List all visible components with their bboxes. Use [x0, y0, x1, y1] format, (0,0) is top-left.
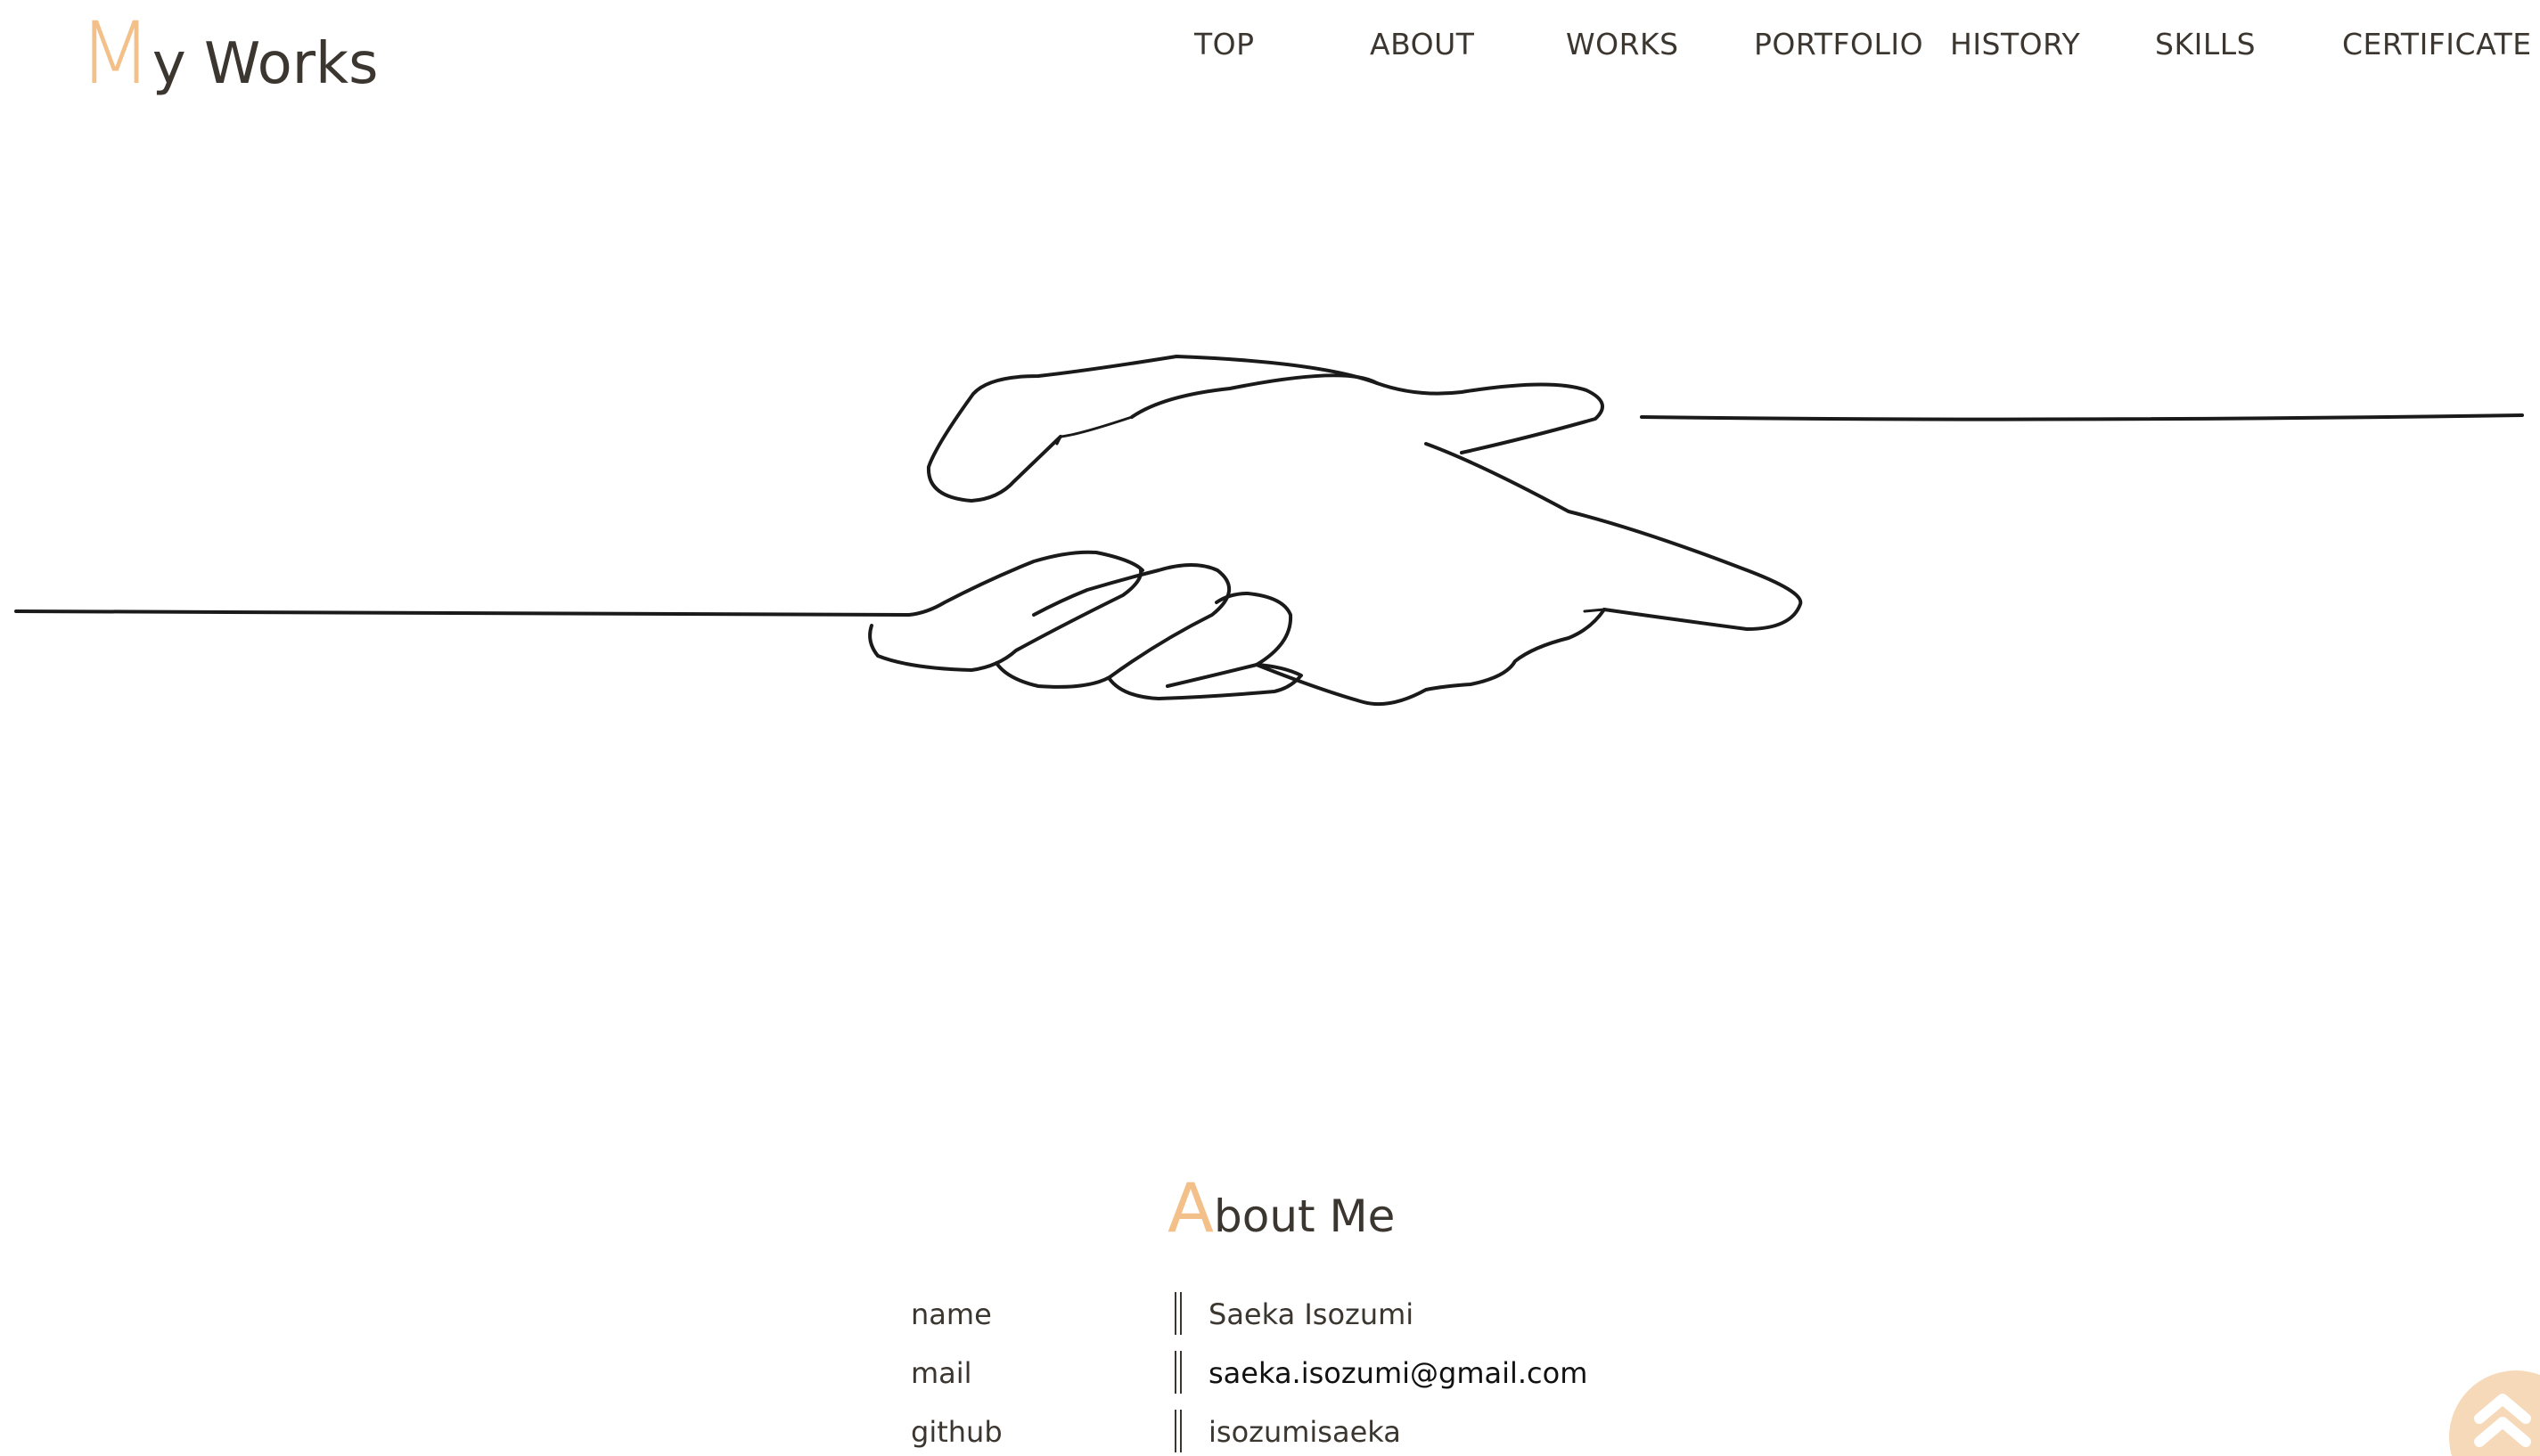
about-row-mail: mail saeka.isozumi@gmail.com — [911, 1351, 1713, 1401]
nav-about[interactable]: ABOUT — [1370, 27, 1474, 61]
logo-initial: M — [78, 4, 152, 103]
nav-history[interactable]: HISTORY — [1950, 27, 2080, 61]
divider — [1175, 1292, 1182, 1335]
about-row-name: name Saeka Isozumi — [911, 1292, 1713, 1342]
nav-works[interactable]: WORKS — [1566, 27, 1679, 61]
nav-certificate[interactable]: CERTIFICATE — [2342, 27, 2532, 61]
scroll-to-top-button[interactable] — [2449, 1370, 2540, 1456]
about-heading-text: bout Me — [1214, 1190, 1396, 1242]
divider — [1175, 1410, 1182, 1452]
about-heading: A bout Me — [1168, 1174, 1395, 1242]
about-value: isozumisaeka — [1209, 1415, 1401, 1449]
divider — [1175, 1351, 1182, 1394]
page: M y Works TOP ABOUT WORKS PORTFOLIO HIST… — [0, 0, 2540, 1456]
about-heading-initial: A — [1168, 1168, 1214, 1247]
nav-top[interactable]: TOP — [1194, 27, 1255, 61]
double-chevron-up-icon — [2474, 1394, 2531, 1447]
about-value: Saeka Isozumi — [1209, 1297, 1414, 1331]
about-row-github: github isozumisaeka — [911, 1410, 1713, 1456]
about-label: mail — [911, 1356, 972, 1390]
nav-skills[interactable]: SKILLS — [2155, 27, 2256, 61]
about-label: name — [911, 1297, 992, 1331]
main-nav: TOP ABOUT WORKS PORTFOLIO HISTORY SKILLS… — [1150, 27, 2540, 71]
handshake-illustration — [14, 355, 2524, 707]
about-label: github — [911, 1415, 1003, 1449]
site-logo[interactable]: M y Works — [78, 7, 378, 96]
logo-text: y Works — [152, 31, 379, 97]
nav-portfolio[interactable]: PORTFOLIO — [1754, 27, 1923, 61]
email-link[interactable]: saeka.isozumi@gmail.com — [1209, 1356, 1587, 1390]
